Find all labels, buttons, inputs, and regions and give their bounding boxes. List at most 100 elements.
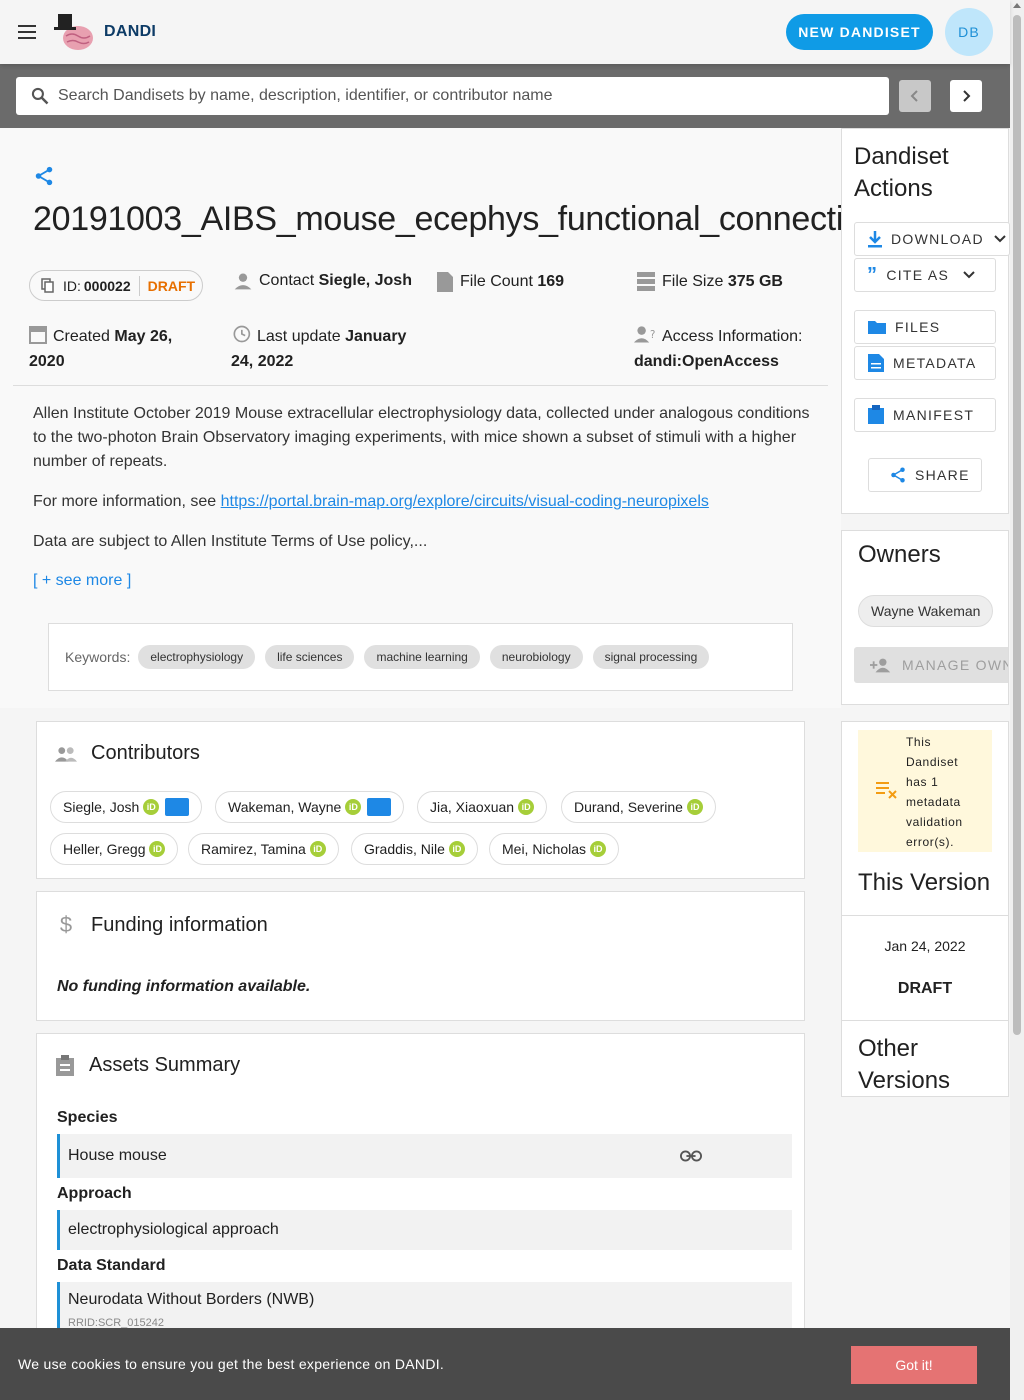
chip-divider — [138, 275, 140, 296]
file-icon — [437, 272, 453, 292]
orcid-icon[interactable]: iD — [149, 841, 166, 857]
funding-header: $ Funding information — [55, 912, 268, 938]
search-icon — [31, 87, 49, 105]
contributor-chip[interactable]: Mei, Nicholas iD — [489, 833, 620, 865]
brand-name[interactable]: DANDI — [104, 23, 156, 41]
contributor-name: Ramirez, Tamina — [201, 841, 306, 857]
section-divider — [13, 385, 828, 386]
files-button[interactable]: FILES — [854, 310, 996, 344]
new-dandiset-button[interactable]: NEW DANDISET — [786, 14, 933, 50]
manifest-button[interactable]: MANIFEST — [854, 398, 996, 432]
file-size: File Size 375 GB — [636, 271, 783, 293]
contributor-chip[interactable]: Ramirez, Tamina iD — [188, 833, 339, 865]
id-chip[interactable]: ID: 000022 DRAFT — [29, 270, 203, 301]
contributor-chip[interactable]: Graddis, Nile iD — [351, 833, 478, 865]
scroll-thumb[interactable] — [1013, 15, 1021, 1035]
contact-card-icon[interactable] — [165, 798, 190, 816]
share-icon — [35, 166, 53, 186]
page-scrollbar[interactable] — [1010, 0, 1024, 1400]
clipboard-icon — [868, 405, 884, 424]
owner-chip[interactable]: Wayne Wakeman — [858, 595, 994, 627]
orcid-icon[interactable]: iD — [518, 799, 535, 815]
download-label: DOWNLOAD — [891, 231, 984, 247]
contributor-name: Wakeman, Wayne — [228, 799, 342, 815]
contact-card-icon[interactable] — [367, 798, 392, 816]
more-info-prefix: For more information, see — [33, 493, 217, 510]
chevron-down-icon — [994, 235, 1006, 243]
next-page-button[interactable] — [950, 80, 982, 112]
validation-warning[interactable]: This Dandiset has 1 metadata validation … — [858, 730, 992, 852]
metadata-button[interactable]: METADATA — [854, 346, 996, 380]
contributor-chip[interactable]: Siegle, Josh iD — [50, 791, 203, 823]
cookie-banner: We use cookies to ensure you get the bes… — [0, 1328, 1010, 1400]
download-icon — [868, 231, 882, 248]
folder-icon — [868, 321, 886, 334]
created-value-a: May 26, — [114, 328, 173, 345]
search-placeholder: Search Dandisets by name, description, i… — [58, 87, 553, 104]
search-bar: Search Dandisets by name, description, i… — [0, 64, 1010, 128]
orcid-icon[interactable]: iD — [590, 841, 607, 857]
contributors-title: Contributors — [91, 742, 200, 764]
user-avatar[interactable]: DB — [945, 8, 993, 56]
app-bar: DANDI NEW DANDISET DB — [0, 0, 1010, 64]
orcid-icon[interactable]: iD — [345, 799, 362, 815]
contributor-name: Jia, Xiaoxuan — [430, 799, 515, 815]
manage-owners-button[interactable]: MANAGE OWNERS — [854, 647, 1008, 683]
chevron-right-icon — [963, 90, 971, 102]
file-count: File Count 169 — [436, 271, 564, 293]
share-button[interactable]: SHARE — [868, 458, 982, 492]
last-update: Last update January 24, 2022 — [231, 324, 406, 374]
manifest-label: MANIFEST — [893, 407, 975, 423]
keyword-chip[interactable]: electrophysiology — [138, 645, 256, 669]
contact-info: Contact Siegle, Josh — [233, 271, 412, 291]
keyword-chip[interactable]: life sciences — [265, 645, 355, 669]
see-more-link[interactable]: [ + see more ] — [33, 572, 131, 590]
dandi-logo-icon[interactable] — [52, 10, 96, 54]
cite-as-button[interactable]: ” CITE AS — [854, 258, 996, 292]
actions-title: Dandiset Actions — [854, 141, 949, 205]
version-name[interactable]: DRAFT — [842, 980, 1008, 998]
keyword-chip[interactable]: neurobiology — [489, 645, 583, 669]
keyword-chip[interactable]: machine learning — [364, 645, 480, 669]
description-terms: Data are subject to Allen Institute Term… — [33, 533, 428, 550]
orcid-icon[interactable]: iD — [143, 799, 160, 815]
description-more-info: For more information, see https://portal… — [33, 490, 813, 514]
orcid-icon[interactable]: iD — [686, 799, 703, 815]
contributors-card: Contributors Siegle, Josh iD Wakeman, Way… — [36, 721, 805, 879]
validation-warning-text: This Dandiset has 1 metadata validation … — [906, 735, 963, 849]
owners-title: Owners — [858, 541, 941, 568]
version-divider — [842, 915, 1008, 916]
contributor-chip[interactable]: Jia, Xiaoxuan iD — [417, 791, 548, 823]
share-label: SHARE — [915, 467, 970, 483]
actions-title-line1: Dandiset — [854, 143, 949, 170]
cookie-accept-button[interactable]: Got it! — [851, 1346, 977, 1384]
other-versions-line1: Other — [858, 1035, 919, 1062]
access-info: ? Access Information: dandi:OpenAccess — [634, 324, 803, 374]
download-button[interactable]: DOWNLOAD — [854, 222, 1010, 256]
keyword-chip[interactable]: signal processing — [592, 645, 710, 669]
contact-name: Siegle, Josh — [318, 272, 412, 289]
file-count-label: File Count — [460, 273, 533, 290]
share-link-button[interactable] — [33, 165, 55, 187]
updated-label: Last update — [257, 328, 341, 345]
search-input[interactable]: Search Dandisets by name, description, i… — [16, 77, 889, 115]
link-icon[interactable] — [680, 1147, 702, 1165]
contact-label: Contact — [259, 272, 315, 289]
copy-icon — [41, 277, 54, 293]
dandiset-title: 20191003_AIBS_mouse_ecephys_functional_c… — [33, 200, 893, 238]
orcid-icon[interactable]: iD — [448, 841, 465, 857]
previous-page-button[interactable] — [899, 80, 931, 112]
menu-button[interactable] — [0, 0, 56, 64]
contributor-chip[interactable]: Wakeman, Wayne iD — [215, 791, 405, 823]
cookie-text: We use cookies to ensure you get the bes… — [18, 1356, 445, 1372]
no-funding-message: No funding information available. — [57, 978, 311, 995]
scroll-up-arrow-icon[interactable] — [1013, 3, 1021, 8]
approach-value: electrophysiological approach — [57, 1210, 792, 1250]
access-label: Access Information: — [662, 328, 803, 345]
version-date[interactable]: Jan 24, 2022 — [842, 938, 1008, 954]
contributor-chip[interactable]: Heller, Gregg iD — [50, 833, 179, 865]
orcid-icon[interactable]: iD — [309, 841, 326, 857]
id-label: ID: — [63, 277, 81, 294]
more-info-link[interactable]: https://portal.brain-map.org/explore/cir… — [221, 493, 709, 510]
contributor-chip[interactable]: Durand, Severine iD — [561, 791, 716, 823]
